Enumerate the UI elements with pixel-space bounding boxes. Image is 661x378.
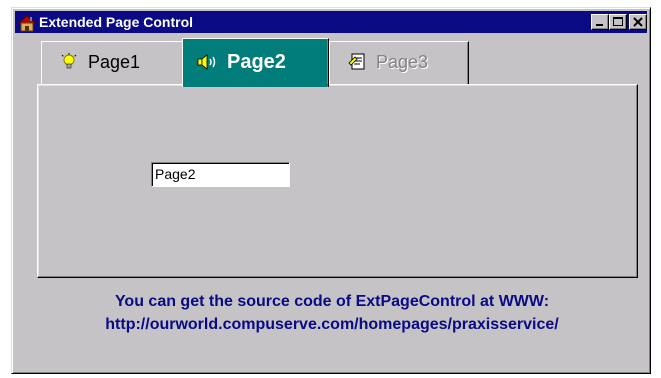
tab-label-page1: Page1 <box>88 52 141 72</box>
info-text-url: http://ourworld.compuserve.com/homepages… <box>105 316 559 333</box>
maximize-icon <box>613 17 623 26</box>
page-edit-field[interactable]: Page2 <box>151 162 290 187</box>
window-title: Extended Page Control <box>39 14 194 30</box>
minimize-button[interactable] <box>591 14 609 30</box>
lightbulb-icon <box>60 53 78 71</box>
tab-page2[interactable]: Page2 <box>182 38 329 87</box>
page-panel: Page2 <box>37 84 638 278</box>
maximize-button[interactable] <box>609 14 627 30</box>
close-button[interactable] <box>629 14 647 30</box>
tab-page3[interactable]: Page3 <box>329 41 469 85</box>
main-window: Extended Page Control Page1 Page3 Page2 … <box>11 7 651 374</box>
active-tab-join <box>183 84 328 86</box>
speaker-icon <box>197 53 216 71</box>
title-bar[interactable]: Extended Page Control <box>15 11 647 33</box>
tab-page1[interactable]: Page1 <box>41 41 191 85</box>
info-text-line1: You can get the source code of ExtPageCo… <box>114 293 550 310</box>
app-house-icon[interactable] <box>17 14 37 32</box>
document-icon <box>348 53 366 71</box>
minimize-icon <box>596 24 603 26</box>
tab-label-page2: Page2 <box>227 51 286 73</box>
tab-label-page3: Page3 <box>376 52 429 72</box>
close-icon <box>633 17 643 27</box>
